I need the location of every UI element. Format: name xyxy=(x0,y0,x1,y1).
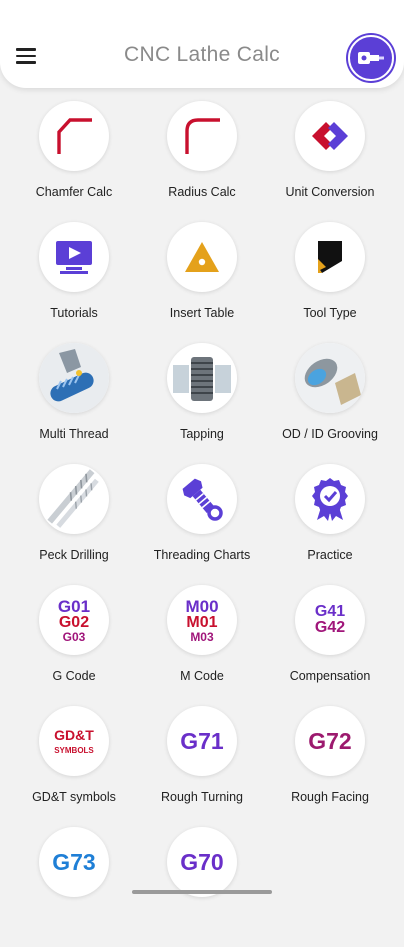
grooving-photo-icon xyxy=(295,343,365,413)
code-line: G70 xyxy=(180,848,224,875)
code-line: G41 xyxy=(314,603,346,620)
tile-label: Unit Conversion xyxy=(285,185,375,199)
tile-peck-drilling[interactable]: Peck Drilling xyxy=(10,463,138,584)
compensation-icon: G41 G42 xyxy=(295,585,365,655)
code-line: G72 xyxy=(308,727,352,754)
code-line: G73 xyxy=(52,848,96,875)
code-line: G03 xyxy=(62,629,86,644)
tile-rough-turning[interactable]: G71 Rough Turning xyxy=(138,705,266,826)
lathe-logo-icon[interactable] xyxy=(348,35,394,81)
drill-bits-photo-icon xyxy=(39,464,109,534)
award-badge-icon xyxy=(295,464,365,534)
m-code-icon: M00 M01 M03 xyxy=(167,585,237,655)
unit-conversion-arrows-icon xyxy=(295,101,365,171)
tile-label: GD&T symbols xyxy=(32,790,116,804)
tile-tutorials[interactable]: Tutorials xyxy=(10,221,138,342)
tile-insert-table[interactable]: Insert Table xyxy=(138,221,266,342)
tile-compensation[interactable]: G41 G42 Compensation xyxy=(266,584,394,705)
app-bar: CNC Lathe Calc xyxy=(0,0,404,88)
g71-icon: G71 xyxy=(167,706,237,776)
tile-m-code[interactable]: M00 M01 M03 M Code xyxy=(138,584,266,705)
code-line: M01 xyxy=(186,613,218,631)
video-monitor-icon xyxy=(39,222,109,292)
g73-icon: G73 xyxy=(39,827,109,897)
multi-thread-photo-icon xyxy=(39,343,109,413)
tile-g70[interactable]: G70 xyxy=(138,826,266,947)
tile-unit-conversion[interactable]: Unit Conversion xyxy=(266,100,394,221)
code-line: SYMBOLS xyxy=(54,745,94,755)
gdt-icon: GD&T SYMBOLS xyxy=(39,706,109,776)
tile-label: Tool Type xyxy=(303,306,357,320)
tile-g-code[interactable]: G01 G02 G03 G Code xyxy=(10,584,138,705)
tile-label: M Code xyxy=(180,669,224,683)
tool-insert-icon xyxy=(295,222,365,292)
tile-od-id-grooving[interactable]: OD / ID Grooving xyxy=(266,342,394,463)
app-title: CNC Lathe Calc xyxy=(124,43,280,66)
tile-threading-charts[interactable]: Threading Charts xyxy=(138,463,266,584)
tile-multi-thread[interactable]: Multi Thread xyxy=(10,342,138,463)
tile-rough-facing[interactable]: G72 Rough Facing xyxy=(266,705,394,826)
tile-label: Threading Charts xyxy=(153,548,251,562)
tile-practice[interactable]: Practice xyxy=(266,463,394,584)
g72-icon: G72 xyxy=(295,706,365,776)
g70-icon: G70 xyxy=(167,827,237,897)
code-line: GD&T xyxy=(54,726,94,743)
tile-label: Multi Thread xyxy=(39,427,109,441)
tool-grid: Chamfer Calc Radius Calc Unit Conversion xyxy=(10,100,394,947)
tile-label: G Code xyxy=(52,669,96,683)
code-line: G71 xyxy=(180,727,224,754)
tile-label: OD / ID Grooving xyxy=(282,427,378,441)
tile-label: Tutorials xyxy=(50,306,98,320)
code-line: M00 xyxy=(185,596,219,616)
bolt-nut-icon xyxy=(167,464,237,534)
tile-label: Rough Facing xyxy=(291,790,369,804)
code-line: G02 xyxy=(58,613,90,631)
g-code-icon: G01 G02 G03 xyxy=(39,585,109,655)
code-line: G01 xyxy=(57,596,91,616)
code-line: G42 xyxy=(314,619,346,636)
code-line: M03 xyxy=(190,629,214,644)
tile-label: Chamfer Calc xyxy=(35,185,113,199)
tile-label: Practice xyxy=(307,548,353,562)
tile-label: Rough Turning xyxy=(160,790,243,804)
tile-label: Tapping xyxy=(180,427,224,441)
tile-label: Radius Calc xyxy=(168,185,236,199)
tap-photo-icon xyxy=(167,343,237,413)
radius-icon xyxy=(167,101,237,171)
tile-gdt-symbols[interactable]: GD&T SYMBOLS GD&T symbols xyxy=(10,705,138,826)
tile-radius-calc[interactable]: Radius Calc xyxy=(138,100,266,221)
tile-label: Compensation xyxy=(289,669,371,683)
tile-label: Peck Drilling xyxy=(39,548,109,562)
tile-tool-type[interactable]: Tool Type xyxy=(266,221,394,342)
chamfer-icon xyxy=(39,101,109,171)
tile-g73[interactable]: G73 xyxy=(10,826,138,947)
tile-chamfer-calc[interactable]: Chamfer Calc xyxy=(10,100,138,221)
triangle-insert-icon xyxy=(167,222,237,292)
gesture-nav-bar[interactable] xyxy=(132,890,272,894)
tile-label: Insert Table xyxy=(169,306,235,320)
tile-tapping[interactable]: Tapping xyxy=(138,342,266,463)
